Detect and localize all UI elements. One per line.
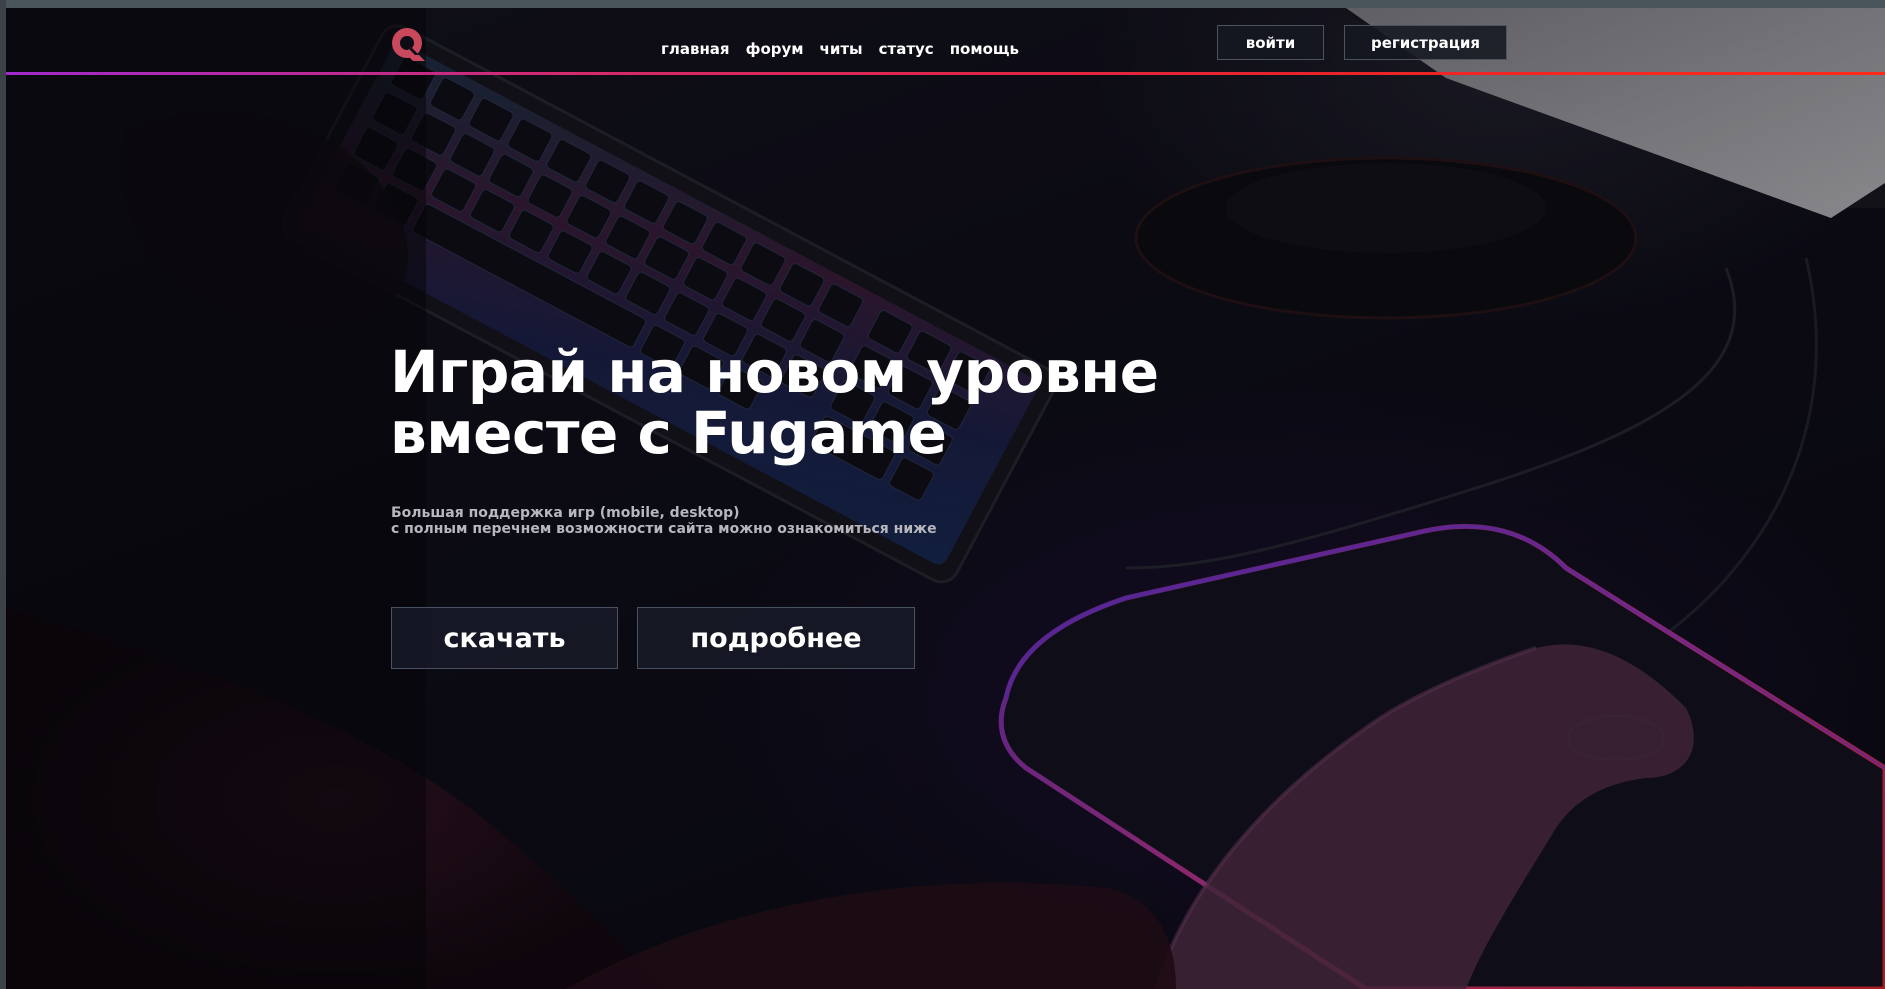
hero-title: Играй на новом уровне вместе с Fugame — [390, 342, 1210, 464]
gaming-desk-illustration — [6, 8, 1885, 989]
nav-link-help[interactable]: помощь — [950, 40, 1019, 58]
hero-subtitle: Большая поддержка игр (mobile, desktop) … — [391, 505, 1091, 537]
hero-subtitle-line-2: с полным перечнем возможности сайта можн… — [391, 521, 937, 537]
hero-title-line-2: вместе с Fugame — [390, 399, 947, 467]
download-button[interactable]: скачать — [391, 607, 618, 669]
nav-link-cheats[interactable]: читы — [820, 40, 863, 58]
site-header: главная форум читы статус помощь войти р… — [6, 8, 1885, 74]
window-top-border — [0, 0, 1885, 8]
nav-link-forum[interactable]: форум — [746, 40, 804, 58]
hero-background-image — [6, 8, 1885, 989]
landing-page: главная форум читы статус помощь войти р… — [0, 0, 1885, 989]
hero-subtitle-line-1: Большая поддержка игр (mobile, desktop) — [391, 505, 740, 521]
nav-link-status[interactable]: статус — [879, 40, 934, 58]
fugame-logo-icon[interactable] — [389, 25, 427, 63]
header-accent-line — [6, 72, 1885, 75]
window-left-border — [0, 0, 6, 989]
learn-more-button[interactable]: подробнее — [637, 607, 915, 669]
login-button[interactable]: войти — [1217, 25, 1324, 60]
nav-link-home[interactable]: главная — [661, 40, 730, 58]
hero-title-line-1: Играй на новом уровне — [390, 338, 1159, 406]
main-navigation: главная форум читы статус помощь — [661, 40, 1019, 58]
register-button[interactable]: регистрация — [1344, 25, 1507, 60]
